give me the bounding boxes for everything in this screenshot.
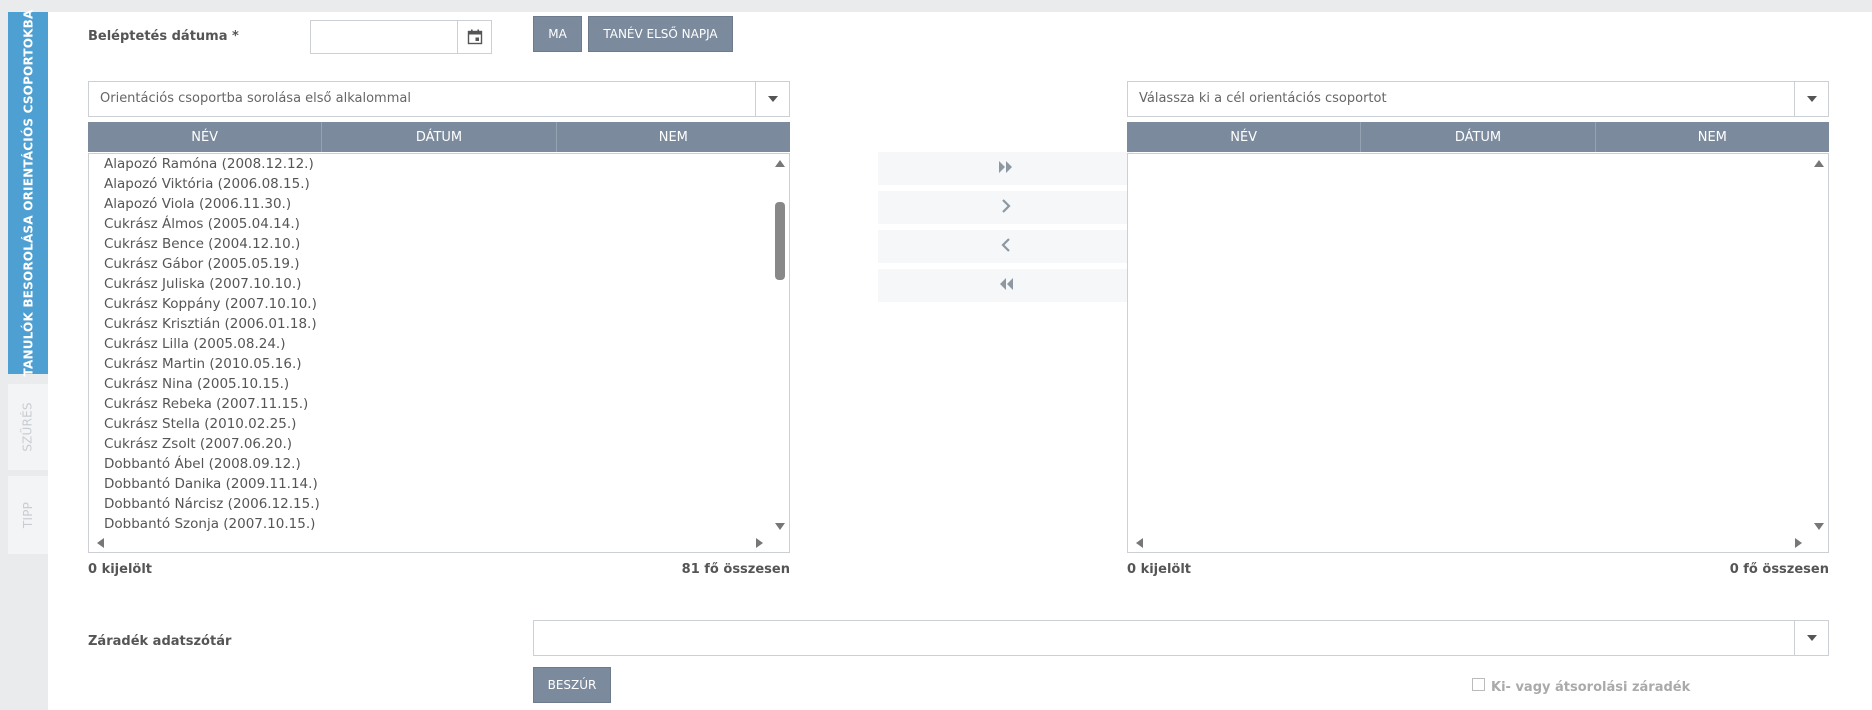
clause-dictionary-select[interactable] bbox=[533, 620, 1829, 656]
tab-tip-label: TIPP bbox=[21, 501, 35, 529]
double-chevron-left-icon bbox=[998, 276, 1014, 295]
scroll-left-icon[interactable] bbox=[97, 538, 104, 548]
list-item[interactable]: Alapozó Viktória (2006.08.15.) bbox=[104, 174, 320, 194]
tab-student-assignment[interactable]: TANULÓK BESOROLÁSA ORIENTÁCIÓS CSOPORTOK… bbox=[8, 9, 48, 377]
entry-date-input[interactable] bbox=[310, 20, 492, 54]
chevron-down-icon[interactable] bbox=[1794, 621, 1828, 655]
target-grid-header: NÉV DÁTUM NEM bbox=[1127, 122, 1829, 152]
list-item[interactable]: Cukrász Martin (2010.05.16.) bbox=[104, 354, 320, 374]
chevron-right-icon bbox=[1001, 198, 1011, 217]
list-item[interactable]: Alapozó Viola (2006.11.30.) bbox=[104, 194, 320, 214]
list-item[interactable]: Cukrász Gábor (2005.05.19.) bbox=[104, 254, 320, 274]
side-tab-bar: TANULÓK BESOROLÁSA ORIENTÁCIÓS CSOPORTOK… bbox=[0, 0, 48, 710]
move-all-right-button[interactable] bbox=[878, 152, 1134, 185]
scroll-down-icon[interactable] bbox=[775, 523, 785, 530]
list-item[interactable]: Cukrász Zsolt (2007.06.20.) bbox=[104, 434, 320, 454]
source-student-list[interactable]: Alapozó Ramóna (2008.12.12.) Alapozó Vikt… bbox=[88, 153, 790, 553]
scroll-thumb[interactable] bbox=[775, 202, 785, 280]
horizontal-scrollbar[interactable] bbox=[89, 534, 789, 552]
source-col-date[interactable]: DÁTUM bbox=[322, 122, 557, 152]
list-item[interactable]: Dobbantó Ábel (2008.09.12.) bbox=[104, 454, 320, 474]
list-item[interactable]: Cukrász Koppány (2007.10.10.) bbox=[104, 294, 320, 314]
list-item[interactable]: Cukrász Nina (2005.10.15.) bbox=[104, 374, 320, 394]
source-selected-count: 0 kijelölt bbox=[88, 562, 153, 577]
tab-student-assignment-label: TANULÓK BESOROLÁSA ORIENTÁCIÓS CSOPORTOK… bbox=[21, 9, 35, 377]
move-right-button[interactable] bbox=[878, 191, 1134, 224]
clause-checkbox[interactable] bbox=[1472, 678, 1485, 691]
target-col-date[interactable]: DÁTUM bbox=[1361, 122, 1596, 152]
source-col-gender[interactable]: NEM bbox=[557, 122, 790, 152]
clause-checkbox-wrapper[interactable]: Ki- vagy átsorolási záradék bbox=[1472, 678, 1691, 695]
chevron-down-icon[interactable] bbox=[1794, 82, 1828, 116]
target-group-select-text: Válassza ki a cél orientációs csoportot bbox=[1139, 91, 1387, 106]
move-left-button[interactable] bbox=[878, 230, 1134, 263]
move-all-left-button[interactable] bbox=[878, 269, 1134, 302]
list-item[interactable]: Alapozó Ramóna (2008.12.12.) bbox=[104, 154, 320, 174]
source-col-name[interactable]: NÉV bbox=[88, 122, 323, 152]
tab-tip[interactable]: TIPP bbox=[8, 476, 48, 554]
entry-date-label: Beléptetés dátuma * bbox=[88, 29, 239, 44]
vertical-scrollbar[interactable] bbox=[771, 154, 789, 534]
tab-filter-label: SZŰRÉS bbox=[21, 402, 36, 452]
list-item[interactable]: Dobbantó Szonja (2007.10.15.) bbox=[104, 514, 320, 534]
scroll-up-icon[interactable] bbox=[1814, 160, 1824, 167]
scroll-right-icon[interactable] bbox=[1795, 538, 1802, 548]
list-item[interactable]: Dobbantó Nárcisz (2006.12.15.) bbox=[104, 494, 320, 514]
top-strip bbox=[48, 0, 1872, 12]
insert-button[interactable]: BESZÚR bbox=[533, 667, 611, 703]
list-item[interactable]: Cukrász Álmos (2005.04.14.) bbox=[104, 214, 320, 234]
chevron-left-icon bbox=[1001, 237, 1011, 256]
double-chevron-right-icon bbox=[998, 159, 1014, 178]
list-item[interactable]: Cukrász Juliska (2007.10.10.) bbox=[104, 274, 320, 294]
list-item[interactable]: Cukrász Stella (2010.02.25.) bbox=[104, 414, 320, 434]
horizontal-scrollbar[interactable] bbox=[1128, 534, 1828, 552]
source-group-select-text: Orientációs csoportba sorolása első alka… bbox=[100, 91, 411, 106]
list-item[interactable]: Dobbantó Danika (2009.11.14.) bbox=[104, 474, 320, 494]
source-group-select[interactable]: Orientációs csoportba sorolása első alka… bbox=[88, 81, 790, 117]
scroll-left-icon[interactable] bbox=[1136, 538, 1143, 548]
target-selected-count: 0 kijelölt bbox=[1127, 562, 1192, 577]
scroll-up-icon[interactable] bbox=[775, 160, 785, 167]
source-grid-header: NÉV DÁTUM NEM bbox=[88, 122, 790, 152]
today-button[interactable]: MA bbox=[533, 16, 582, 52]
target-student-list[interactable] bbox=[1127, 153, 1829, 553]
main-panel: Beléptetés dátuma * MA TANÉV ELSŐ NAPJA … bbox=[48, 12, 1872, 710]
clause-checkbox-label: Ki- vagy átsorolási záradék bbox=[1491, 680, 1691, 695]
target-group-select[interactable]: Válassza ki a cél orientációs csoportot bbox=[1127, 81, 1829, 117]
list-item[interactable]: Cukrász Krisztián (2006.01.18.) bbox=[104, 314, 320, 334]
list-item[interactable]: Cukrász Rebeka (2007.11.15.) bbox=[104, 394, 320, 414]
source-student-items: Alapozó Ramóna (2008.12.12.) Alapozó Vikt… bbox=[104, 154, 320, 534]
tab-filter[interactable]: SZŰRÉS bbox=[8, 384, 48, 470]
scroll-down-icon[interactable] bbox=[1814, 523, 1824, 530]
target-col-name[interactable]: NÉV bbox=[1127, 122, 1362, 152]
school-year-start-button[interactable]: TANÉV ELSŐ NAPJA bbox=[588, 16, 733, 52]
clause-dictionary-label: Záradék adatszótár bbox=[88, 634, 232, 649]
chevron-down-icon[interactable] bbox=[755, 82, 789, 116]
target-col-gender[interactable]: NEM bbox=[1596, 122, 1829, 152]
target-total-count: 0 fő összesen bbox=[1729, 562, 1829, 577]
list-item[interactable]: Cukrász Lilla (2005.08.24.) bbox=[104, 334, 320, 354]
vertical-scrollbar[interactable] bbox=[1810, 154, 1828, 534]
scroll-right-icon[interactable] bbox=[756, 538, 763, 548]
source-total-count: 81 fő összesen bbox=[681, 562, 790, 577]
calendar-icon[interactable] bbox=[457, 21, 491, 53]
list-item[interactable]: Cukrász Bence (2004.12.10.) bbox=[104, 234, 320, 254]
